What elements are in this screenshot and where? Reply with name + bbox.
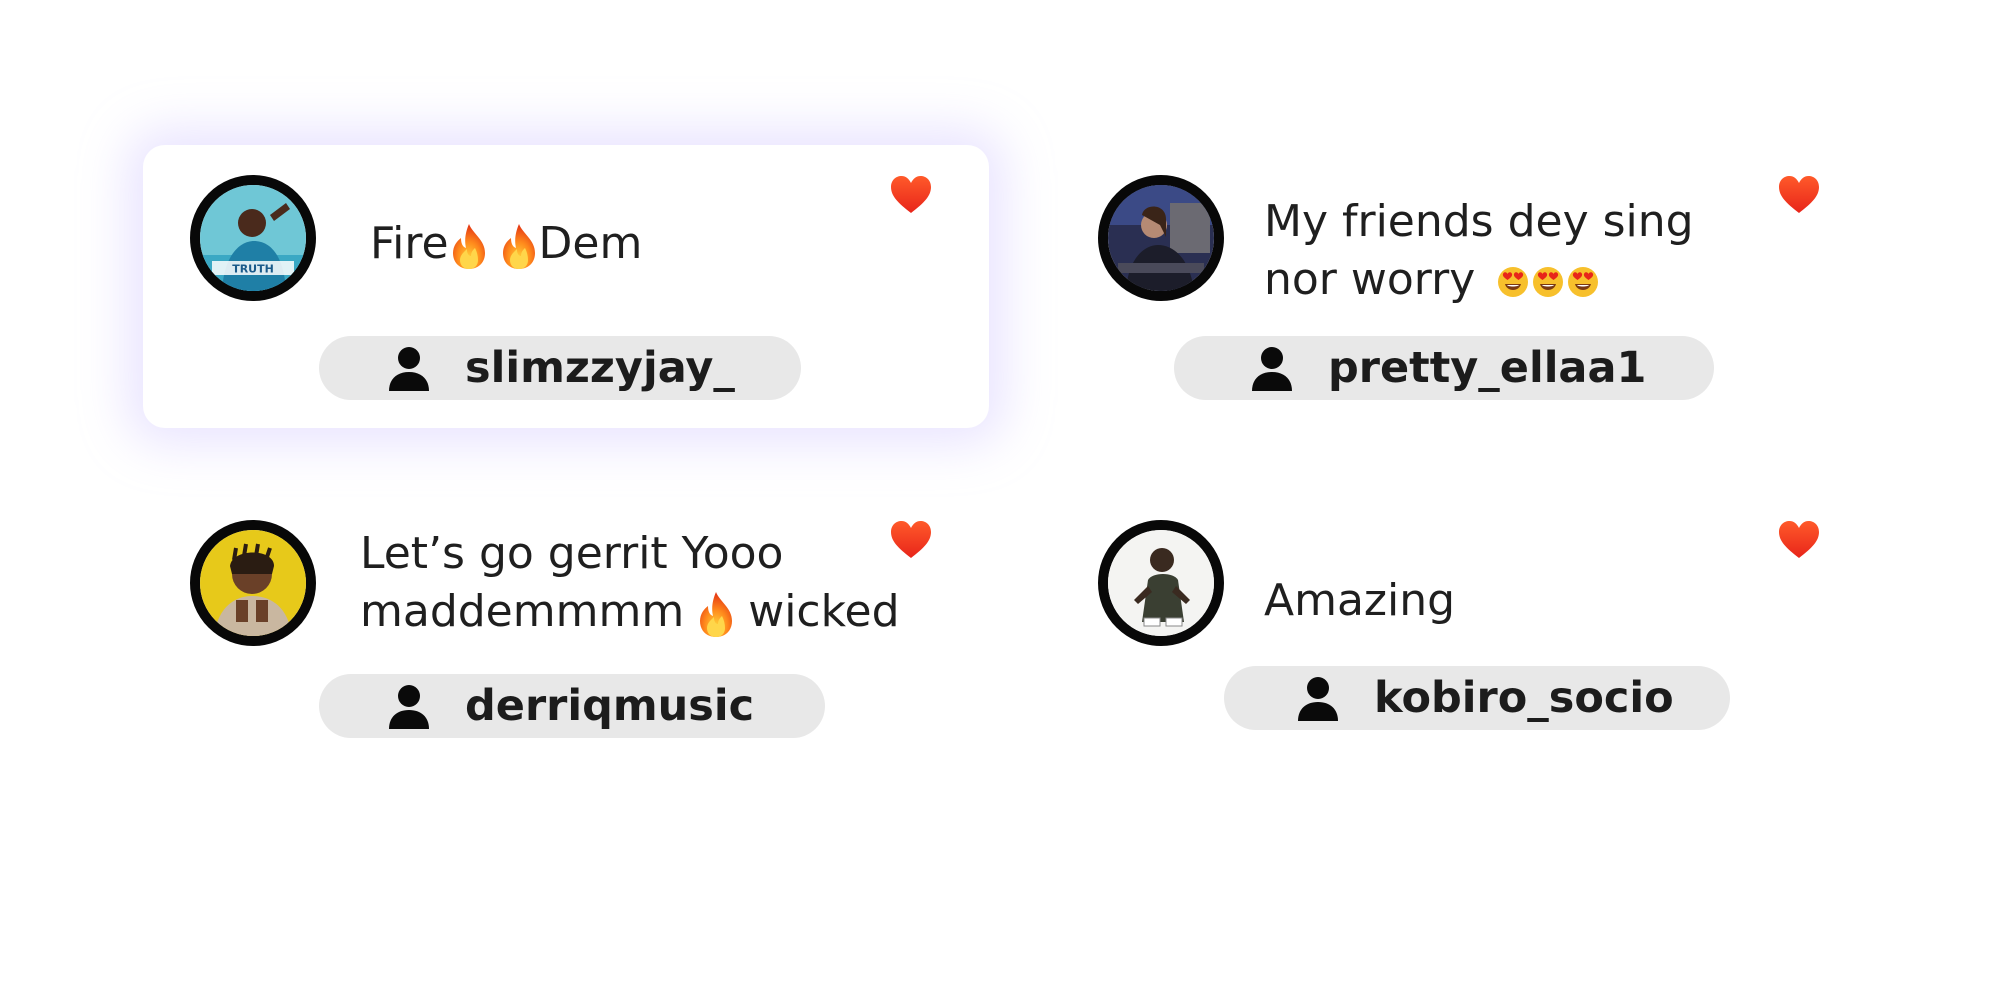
comment-text: Let’s go gerrit Yooo maddemmmm wicked [360,525,900,641]
comment-line-2: nor worry [1264,251,1694,309]
fire-emoji-icon [499,222,539,270]
heart-eyes-emoji-icon [1567,266,1599,298]
heart-icon[interactable] [1778,520,1820,560]
comment-card[interactable]: My friends dey sing nor worry pretty_ell… [1040,145,1886,428]
avatar[interactable] [190,520,316,646]
username-badge[interactable]: pretty_ellaa1 [1174,336,1714,400]
user-icon [1296,675,1340,721]
username: derriqmusic [465,681,755,731]
user-icon [387,683,431,729]
comment-text: My friends dey sing nor worry [1264,193,1694,309]
comment-text-part: wicked [748,586,900,637]
username: kobiro_socio [1374,673,1674,723]
comment-line-2: maddemmmm wicked [360,583,900,641]
user-icon [387,345,431,391]
avatar-text: TRUTH [232,263,274,276]
comment-text-part: Fire [370,218,449,269]
avatar[interactable] [1098,520,1224,646]
avatar[interactable] [1098,175,1224,301]
comment-line: Let’s go gerrit Yooo [360,528,784,579]
heart-icon[interactable] [1778,175,1820,215]
heart-eyes-emoji-icon [1497,266,1529,298]
comment-text-part: nor worry [1264,254,1476,305]
comment-text: Amazing [1264,572,1455,630]
username-badge[interactable]: kobiro_socio [1224,666,1730,730]
fire-emoji-icon [696,590,736,638]
heart-icon[interactable] [890,520,932,560]
username-badge[interactable]: slimzzyjay_ [319,336,801,400]
username: slimzzyjay_ [465,343,735,393]
heart-icon[interactable] [890,175,932,215]
comment-text-part: maddemmmm [360,586,685,637]
user-icon [1250,345,1294,391]
comment-card[interactable]: Let’s go gerrit Yooo maddemmmm wicked der… [143,490,989,770]
comment-line: Amazing [1264,575,1456,626]
comment-card[interactable]: Amazing kobiro_socio [1040,490,1886,770]
comment-text: Fire Dem [370,215,642,273]
username: pretty_ellaa1 [1328,343,1647,393]
fire-emoji-icon [449,222,489,270]
avatar[interactable]: TRUTH [190,175,316,301]
heart-eyes-emoji-icon [1532,266,1564,298]
comment-text-part: Dem [538,218,643,269]
comment-card[interactable]: TRUTH Fire Dem slimzzyjay_ [143,145,989,428]
comment-line: My friends dey sing [1264,196,1694,247]
username-badge[interactable]: derriqmusic [319,674,825,738]
